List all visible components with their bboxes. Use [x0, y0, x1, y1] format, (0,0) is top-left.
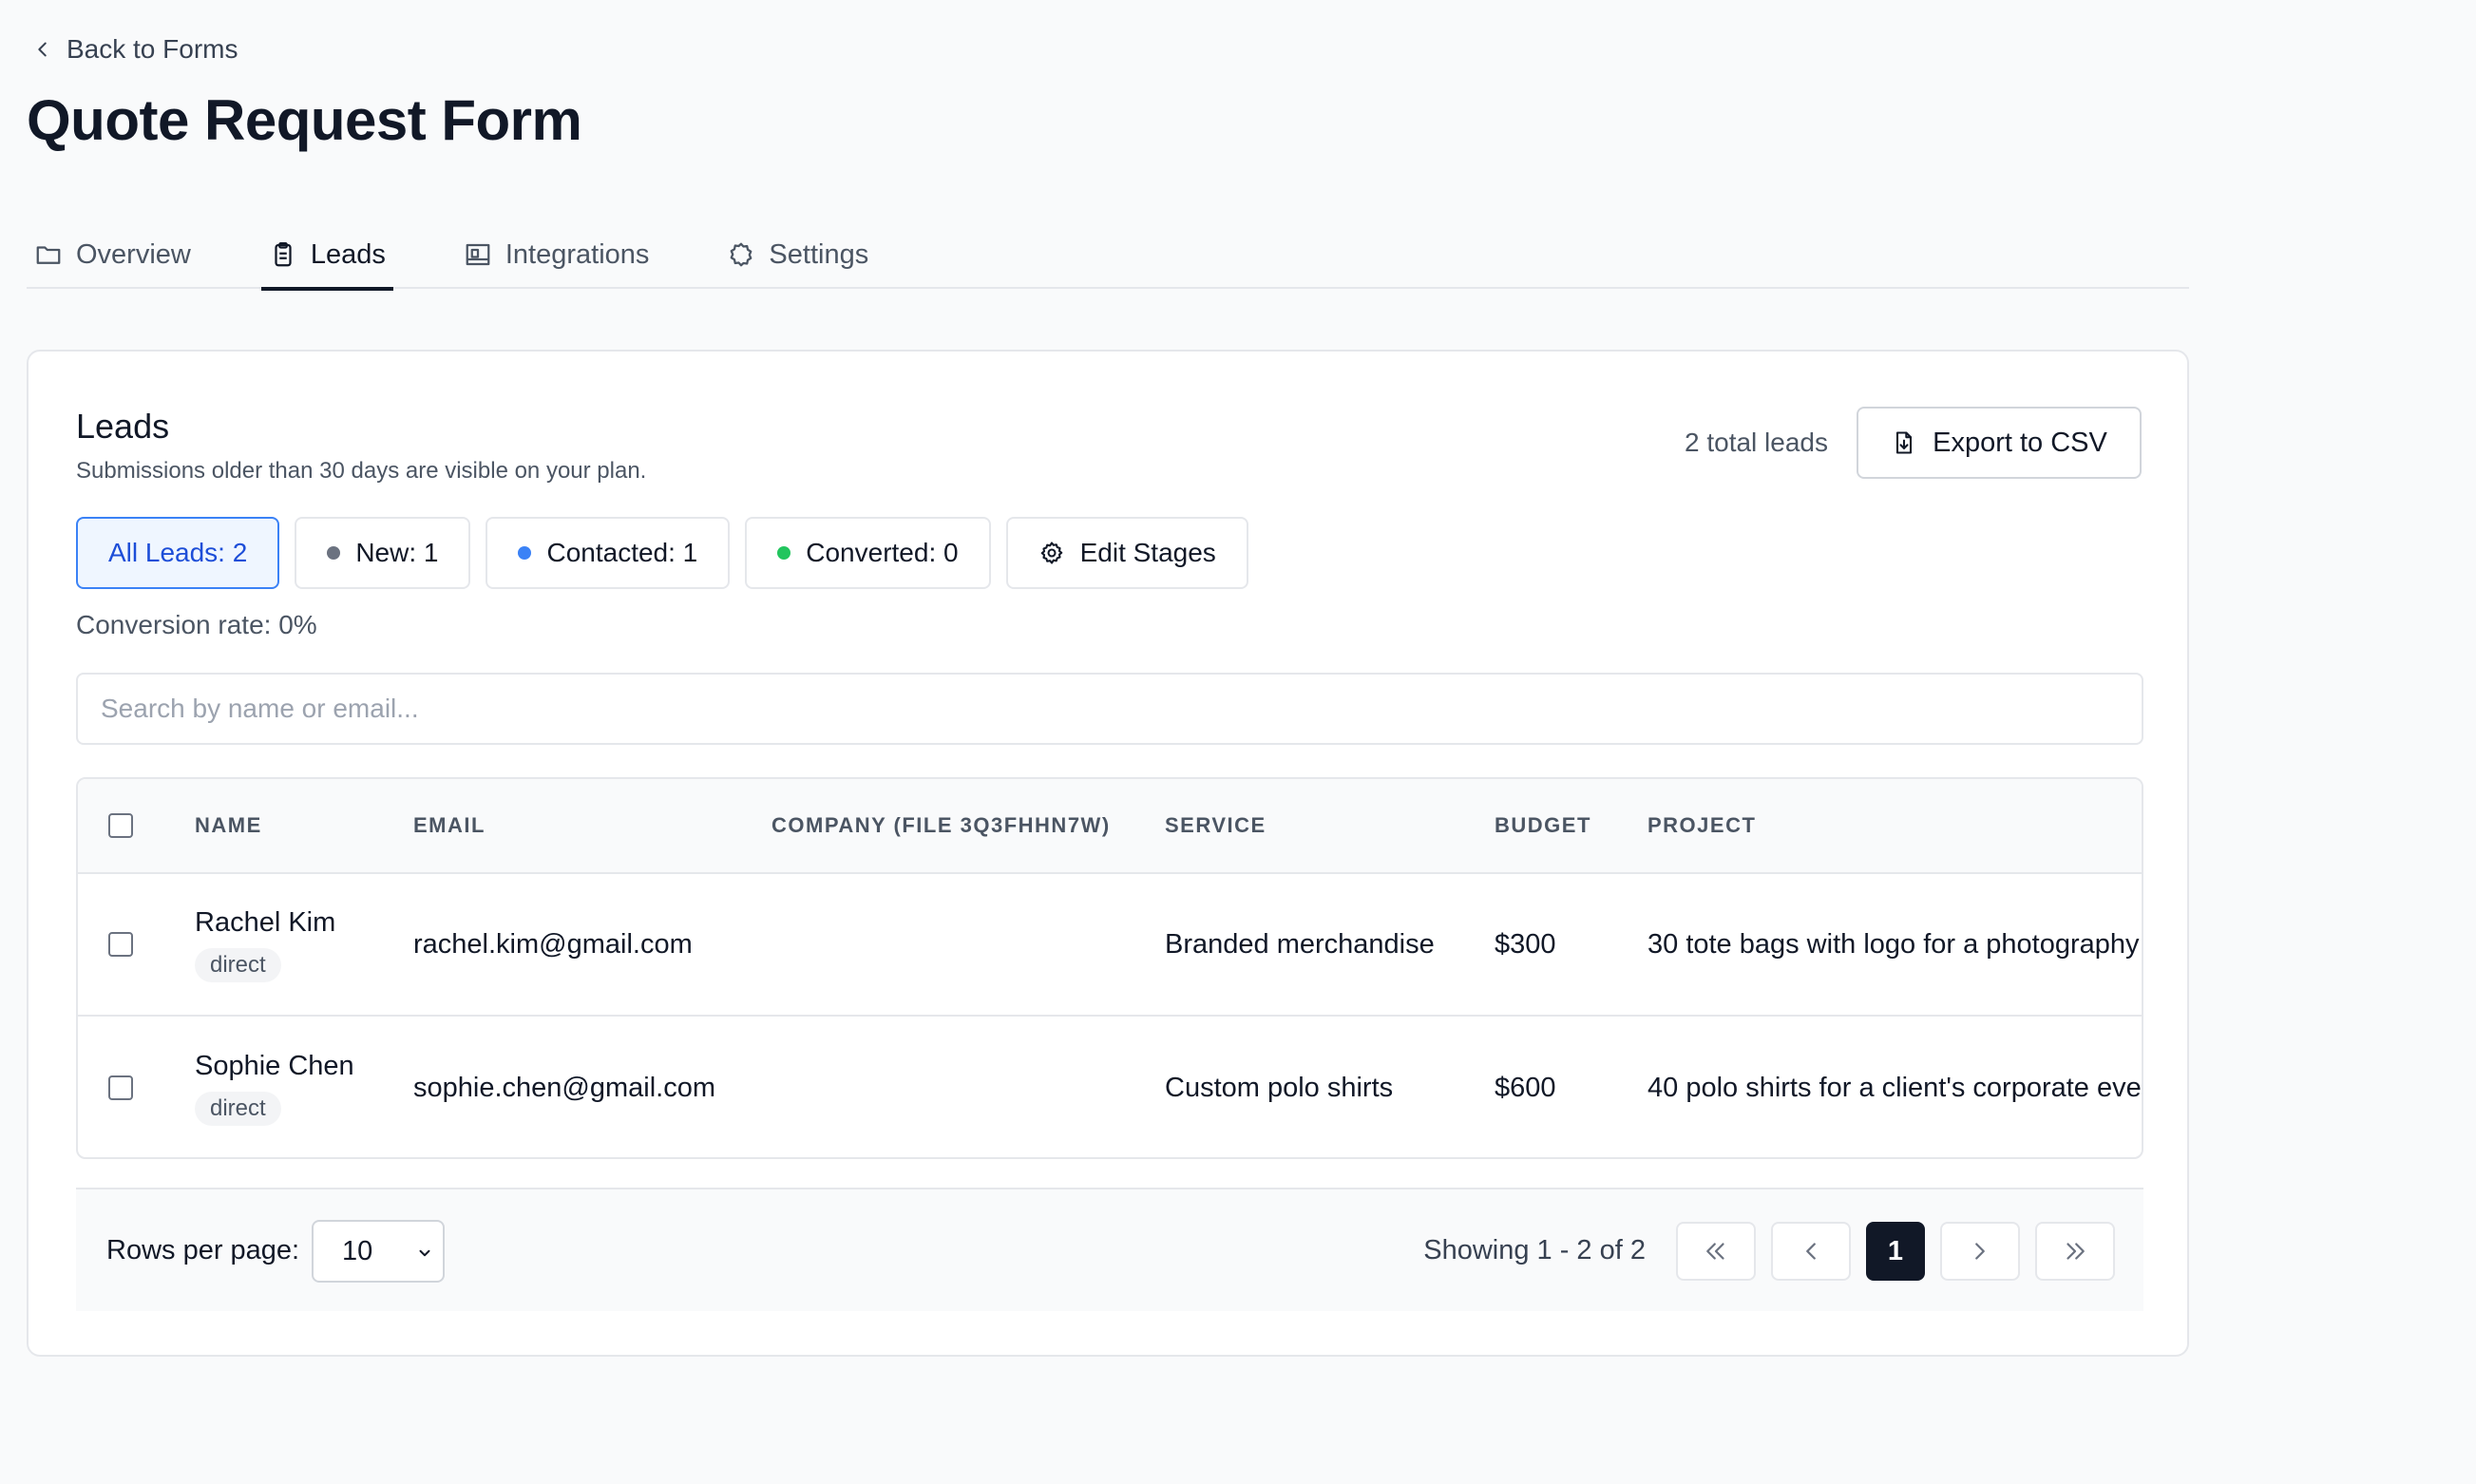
- back-link-label: Back to Forms: [67, 34, 238, 64]
- stage-dot-converted: [777, 546, 791, 560]
- rows-per-page-value: 10: [342, 1235, 373, 1266]
- leads-card: Leads Submissions older than 30 days are…: [27, 350, 2189, 1357]
- conversion-rate: Conversion rate: 0%: [76, 610, 317, 639]
- rows-per-page-label: Rows per page:: [106, 1235, 300, 1265]
- export-label: Export to CSV: [1933, 427, 2107, 458]
- edit-stages-label: Edit Stages: [1079, 538, 1216, 567]
- integrations-icon: [466, 243, 490, 266]
- select-all-checkbox[interactable]: [108, 813, 133, 838]
- tab-leads[interactable]: Leads: [260, 220, 393, 291]
- folder-icon: [36, 246, 61, 264]
- filter-all-leads[interactable]: All Leads: 2: [76, 517, 280, 589]
- back-to-forms-link[interactable]: Back to Forms: [32, 34, 238, 65]
- first-page-button[interactable]: [1676, 1222, 1756, 1281]
- lead-name: Rachel Kim: [195, 906, 336, 938]
- stage-dot-new: [327, 546, 341, 560]
- leads-table: NAME EMAIL COMPANY (FILE 3Q3FHHN7W) SERV…: [76, 777, 2143, 1159]
- column-header-email[interactable]: EMAIL: [413, 779, 486, 872]
- lead-budget: $600: [1495, 1072, 1556, 1103]
- tab-label: Overview: [76, 238, 191, 270]
- settings-icon: [731, 242, 752, 267]
- name-cell: Sophie Chen direct: [195, 1017, 354, 1157]
- chevron-right-icon: [1975, 1243, 1985, 1260]
- chevron-left-icon: [1806, 1243, 1816, 1260]
- tab-overview[interactable]: Overview: [27, 220, 199, 289]
- chevron-left-icon: [38, 42, 47, 57]
- last-page-button[interactable]: [2035, 1222, 2115, 1281]
- clipboard-icon: [275, 242, 292, 267]
- tab-integrations[interactable]: Integrations: [456, 220, 657, 289]
- column-header-service[interactable]: SERVICE: [1165, 779, 1267, 872]
- filter-label: All Leads: 2: [108, 538, 248, 567]
- page-button-current[interactable]: 1: [1866, 1222, 1925, 1281]
- chevrons-left-icon: [1706, 1243, 1724, 1260]
- chevrons-right-icon: [2067, 1243, 2085, 1260]
- rows-per-page-select[interactable]: 10: [312, 1220, 445, 1283]
- column-header-company[interactable]: COMPANY (FILE 3Q3FHHN7W): [771, 779, 1111, 872]
- lead-budget: $300: [1495, 928, 1556, 960]
- filter-converted[interactable]: Converted: 0: [745, 517, 991, 589]
- row-checkbox[interactable]: [108, 1075, 133, 1100]
- table-header-row: NAME EMAIL COMPANY (FILE 3Q3FHHN7W) SERV…: [78, 779, 2142, 874]
- filter-label: Contacted: 1: [546, 538, 698, 567]
- stage-filters: All Leads: 2 New: 1 Contacted: 1 Convert…: [76, 517, 1248, 589]
- row-select-cell: [108, 1017, 133, 1157]
- gear-icon: [1040, 542, 1062, 564]
- page-title: Quote Request Form: [27, 88, 582, 152]
- filter-contacted[interactable]: Contacted: 1: [486, 517, 731, 589]
- lead-project: 30 tote bags with logo for a photography: [1647, 928, 2140, 960]
- lead-service: Custom polo shirts: [1165, 1072, 1394, 1103]
- previous-page-button[interactable]: [1771, 1222, 1851, 1281]
- lead-project: 40 polo shirts for a client's corporate …: [1647, 1072, 2142, 1103]
- source-badge: direct: [195, 1091, 281, 1126]
- lead-name: Sophie Chen: [195, 1050, 354, 1081]
- edit-stages-button[interactable]: Edit Stages: [1005, 517, 1248, 589]
- tab-label: Leads: [310, 238, 386, 270]
- filter-label: Converted: 0: [806, 538, 959, 567]
- file-download-icon: [1896, 431, 1913, 454]
- table-row[interactable]: Rachel Kim direct rachel.kim@gmail.com B…: [78, 874, 2142, 1017]
- tab-bar: Overview Leads Integrations Settings: [27, 220, 2189, 291]
- lead-service: Branded merchandise: [1165, 928, 1435, 960]
- stage-dot-contacted: [518, 546, 532, 560]
- lead-email: sophie.chen@gmail.com: [413, 1072, 715, 1103]
- showing-range: Showing 1 - 2 of 2: [1423, 1235, 1646, 1265]
- leads-title: Leads: [76, 407, 170, 446]
- total-leads-count: 2 total leads: [1685, 428, 1828, 457]
- select-all-cell: [108, 779, 133, 872]
- source-badge: direct: [195, 947, 281, 982]
- filter-label: New: 1: [355, 538, 439, 567]
- tab-label: Settings: [769, 238, 869, 270]
- name-cell: Rachel Kim direct: [195, 874, 335, 1015]
- next-page-button[interactable]: [1940, 1222, 2020, 1281]
- tab-settings[interactable]: Settings: [719, 220, 876, 289]
- row-checkbox[interactable]: [108, 932, 133, 957]
- export-csv-button[interactable]: Export to CSV: [1857, 407, 2142, 479]
- search-input[interactable]: [76, 673, 2143, 745]
- pagination-bar: Rows per page: 10 Showing 1 - 2 of 2 1: [76, 1188, 2143, 1311]
- row-select-cell: [108, 874, 133, 1015]
- table-row[interactable]: Sophie Chen direct sophie.chen@gmail.com…: [78, 1017, 2142, 1157]
- column-header-budget[interactable]: BUDGET: [1495, 779, 1591, 872]
- lead-email: rachel.kim@gmail.com: [413, 928, 693, 960]
- leads-subtitle: Submissions older than 30 days are visib…: [76, 458, 647, 484]
- chevron-down-icon: [419, 1249, 430, 1257]
- filter-new[interactable]: New: 1: [295, 517, 471, 589]
- column-header-name[interactable]: NAME: [195, 779, 262, 872]
- tab-label: Integrations: [505, 238, 650, 270]
- column-header-project[interactable]: PROJECT: [1647, 779, 1756, 872]
